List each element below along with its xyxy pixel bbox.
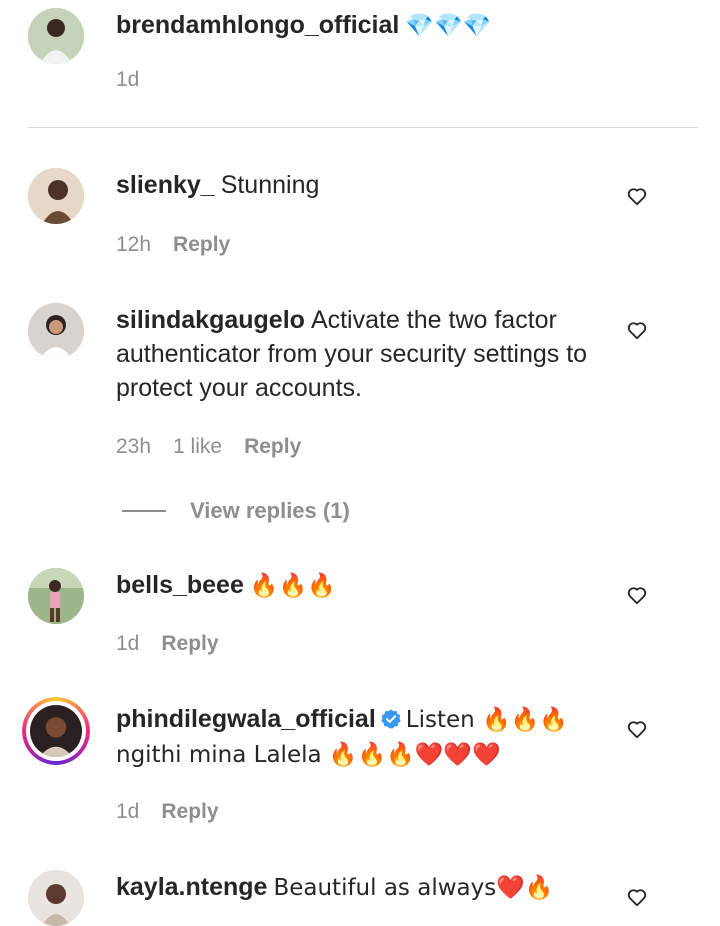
comment-text: Beautiful as always❤️🔥 [273,875,554,901]
comment-text: Stunning [220,171,320,199]
reply-button[interactable]: Reply [244,435,301,459]
comment-username[interactable]: silindakgaugelo [116,306,305,334]
comment-time: 23h [116,435,152,458]
comment-text-line-1: Listen 🔥🔥🔥 [405,707,568,733]
caption-avatar[interactable] [28,8,84,64]
replies-divider [122,510,166,512]
heart-outline-icon[interactable] [626,718,648,740]
comment-time: 1d [116,800,140,823]
avatar[interactable] [28,870,84,926]
post-caption: brendamhlongo_official 💎💎💎 1d [0,0,720,128]
caption-time: 1d [116,68,140,91]
caption-text: 💎💎💎 [405,13,492,39]
comment-text: 🔥🔥🔥 [249,573,336,599]
caption-meta: 1d [116,68,139,92]
avatar [30,705,82,757]
comment-meta: 23h 1 like Reply [116,435,301,459]
comment-username[interactable]: kayla.ntenge [116,873,267,901]
comment-username[interactable]: slienky_ [116,171,215,199]
heart-outline-icon[interactable] [626,584,648,606]
view-replies-button[interactable]: View replies (1) [122,498,350,524]
comment-meta: 1d Reply [116,632,219,656]
view-replies-label: View replies (1) [190,498,350,523]
comment-time: 12h [116,233,152,256]
like-count[interactable]: 1 like [173,435,222,459]
heart-outline-icon[interactable] [626,319,648,341]
caption-divider [28,127,698,128]
comment-meta: 12h Reply [116,233,230,257]
comment-username[interactable]: bells_beee [116,571,244,599]
heart-outline-icon[interactable] [626,185,648,207]
comment-time: 1d [116,632,140,655]
reply-button[interactable]: Reply [161,800,218,824]
avatar[interactable] [28,168,84,224]
reply-button[interactable]: Reply [161,632,218,656]
reply-button[interactable]: Reply [173,233,230,257]
avatar[interactable] [28,568,84,624]
verified-badge-icon [381,709,401,729]
avatar[interactable] [28,303,84,359]
comment-text-line-2: ngithi mina Lalela 🔥🔥🔥❤️❤️❤️ [116,742,501,768]
heart-outline-icon[interactable] [626,886,648,908]
avatar-story-ring[interactable] [22,697,90,765]
comment-meta: 1d Reply [116,800,219,824]
comment-username[interactable]: phindilegwala_official [116,705,376,733]
caption-username[interactable]: brendamhlongo_official [116,11,399,39]
